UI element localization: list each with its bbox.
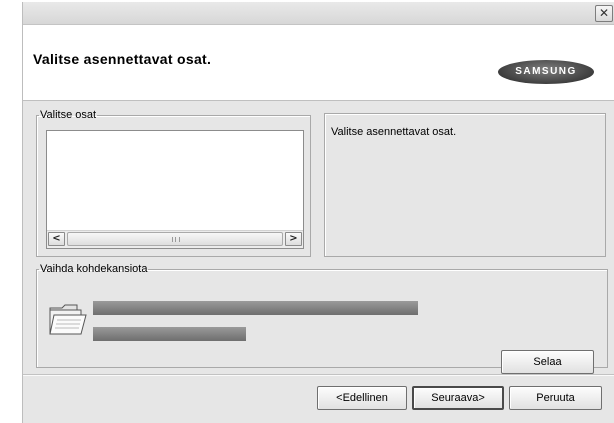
components-list[interactable]: < > (46, 130, 304, 249)
destination-group: Vaihda kohdekansiota Selaa (36, 263, 608, 374)
description-text: Valitse asennettavat osat. (331, 126, 457, 138)
scroll-right-button[interactable]: > (285, 232, 302, 246)
folder-icon (49, 304, 87, 335)
scroll-left-button[interactable]: < (48, 232, 65, 246)
scroll-thumb[interactable] (67, 232, 283, 246)
page-title: Valitse asennettavat osat. (33, 51, 212, 67)
footer-divider (23, 374, 614, 376)
horizontal-scrollbar[interactable]: < > (47, 230, 303, 248)
browse-button[interactable]: Selaa (501, 350, 594, 374)
components-legend: Valitse osat (40, 109, 97, 121)
header-banner: Valitse asennettavat osat. SAMSUNG (23, 25, 614, 101)
back-button[interactable]: <Edellinen (317, 386, 407, 410)
grip-icon (172, 237, 180, 242)
installer-dialog: ✕ Valitse asennettavat osat. SAMSUNG Val… (22, 2, 614, 423)
next-button[interactable]: Seuraava> (412, 386, 504, 410)
destination-path-bar (93, 301, 418, 315)
samsung-logo: SAMSUNG (498, 60, 594, 84)
close-button[interactable]: ✕ (595, 5, 613, 22)
components-group: Valitse osat < > (36, 109, 311, 257)
destination-path-bar-secondary (93, 327, 246, 341)
title-bar: ✕ (23, 2, 614, 25)
cancel-button[interactable]: Peruuta (509, 386, 602, 410)
destination-legend: Vaihda kohdekansiota (40, 263, 148, 275)
description-panel: Valitse asennettavat osat. (324, 113, 606, 257)
